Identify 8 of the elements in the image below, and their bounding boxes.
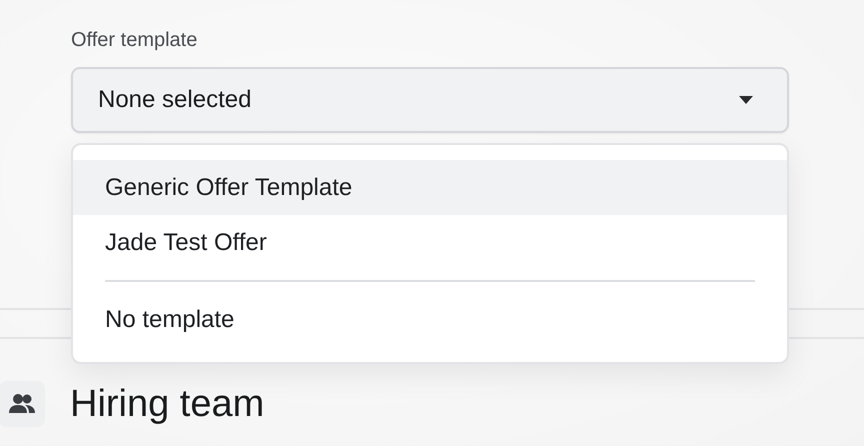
menu-item[interactable]: Generic Offer Template — [73, 160, 787, 215]
team-icon — [0, 381, 45, 427]
caret-icon — [739, 96, 753, 104]
section-title: Hiring team — [70, 382, 264, 426]
menu-item[interactable]: Jade Test Offer — [73, 215, 787, 270]
template-dropdown[interactable]: None selected — [71, 67, 789, 133]
menu-item[interactable]: No template — [73, 292, 787, 347]
field-label: Offer template — [71, 28, 198, 53]
